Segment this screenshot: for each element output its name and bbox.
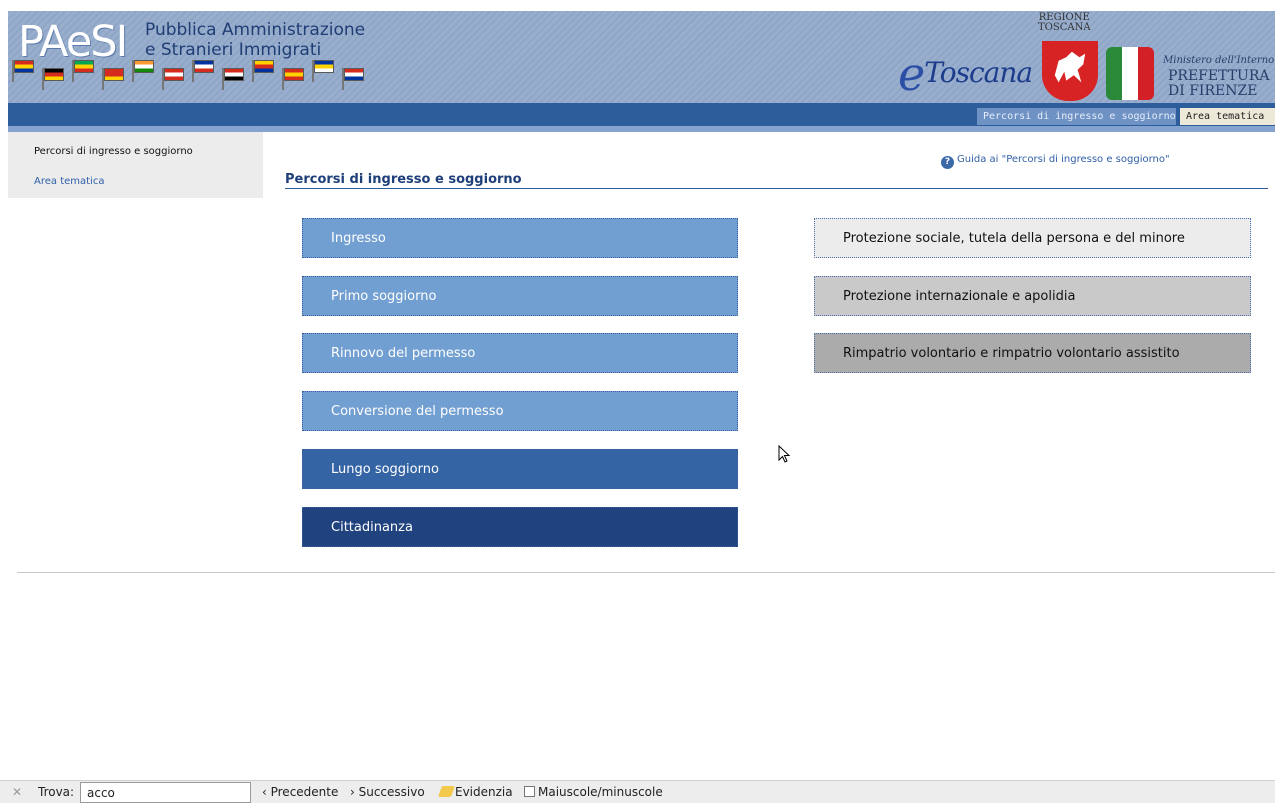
guide-link-label: Guida ai "Percorsi di ingresso e soggior… [957,154,1170,165]
find-label: Trova: [38,785,75,799]
etoscana-logo: eToscana [898,47,1033,101]
find-input[interactable] [80,782,251,803]
flag-icon [284,68,304,81]
page-title: Percorsi di ingresso e soggiorno [285,172,522,187]
page: PAeSI Pubblica Amministrazione e Stranie… [0,0,1275,803]
site-subtitle: Pubblica Amministrazione e Stranieri Imm… [145,20,365,60]
checkbox-icon [524,786,535,797]
find-previous-button[interactable]: ‹ Precedente [262,785,338,799]
lungo-soggiorno-button[interactable]: Lungo soggiorno [302,449,738,489]
subtitle-line-2: e Stranieri Immigrati [145,40,322,60]
help-icon: ? [941,156,954,169]
sidebar-item-area-tematica[interactable]: Area tematica [34,176,104,187]
flags-banner-image [8,58,408,103]
flag-icon [14,60,34,73]
flag-icon [134,60,154,73]
flag-icon [344,68,364,81]
flag-icon [194,60,214,73]
title-divider [285,188,1268,189]
sidebar: Percorsi di ingresso e soggiorno Area te… [8,132,263,198]
tab-area-tematica[interactable]: Area tematica [1180,108,1275,125]
content-bottom-divider [17,572,1275,573]
ingresso-button[interactable]: Ingresso [302,218,738,258]
flag-icon [224,68,244,81]
protezione-internazionale-button[interactable]: Protezione internazionale e apolidia [814,276,1251,316]
flag-icon [314,60,334,73]
flag-icon [74,60,94,73]
protezione-sociale-button[interactable]: Protezione sociale, tutela della persona… [814,218,1251,258]
cittadinanza-button[interactable]: Cittadinanza [302,507,738,547]
find-bar: ✕ Trova: ‹ Precedente › Successivo Evide… [0,780,1275,803]
find-next-button[interactable]: › Successivo [350,785,425,799]
regione-toscana-label: REGIONE TOSCANA [1038,12,1091,33]
mouse-cursor-icon [778,445,791,463]
highlight-button[interactable]: Evidenzia [437,785,513,799]
highlighter-icon [437,786,456,797]
conversione-permesso-button[interactable]: Conversione del permesso [302,391,738,431]
rimpatrio-volontario-button[interactable]: Rimpatrio volontario e rimpatrio volonta… [814,333,1251,373]
subtitle-line-1: Pubblica Amministrazione [145,20,366,40]
flag-icon [104,68,124,81]
match-case-checkbox[interactable]: Maiuscole/minuscole [524,785,663,799]
ministero-label: Ministero dell'Interno [1163,55,1275,66]
primo-soggiorno-button[interactable]: Primo soggiorno [302,276,738,316]
flag-icon [164,68,184,81]
prefettura-label: PREFETTURA DI FIRENZE [1168,68,1270,99]
tab-percorsi[interactable]: Percorsi di ingresso e soggiorno [977,108,1176,125]
flag-icon [44,68,64,81]
flag-icon [254,60,274,73]
guide-link[interactable]: ? Guida ai "Percorsi di ingresso e soggio… [941,154,1170,169]
sidebar-item-percorsi[interactable]: Percorsi di ingresso e soggiorno [34,146,193,157]
italy-flag-icon [1106,47,1154,100]
site-header: PAeSI Pubblica Amministrazione e Stranie… [8,11,1275,103]
rinnovo-permesso-button[interactable]: Rinnovo del permesso [302,333,738,373]
close-icon[interactable]: ✕ [12,785,22,799]
